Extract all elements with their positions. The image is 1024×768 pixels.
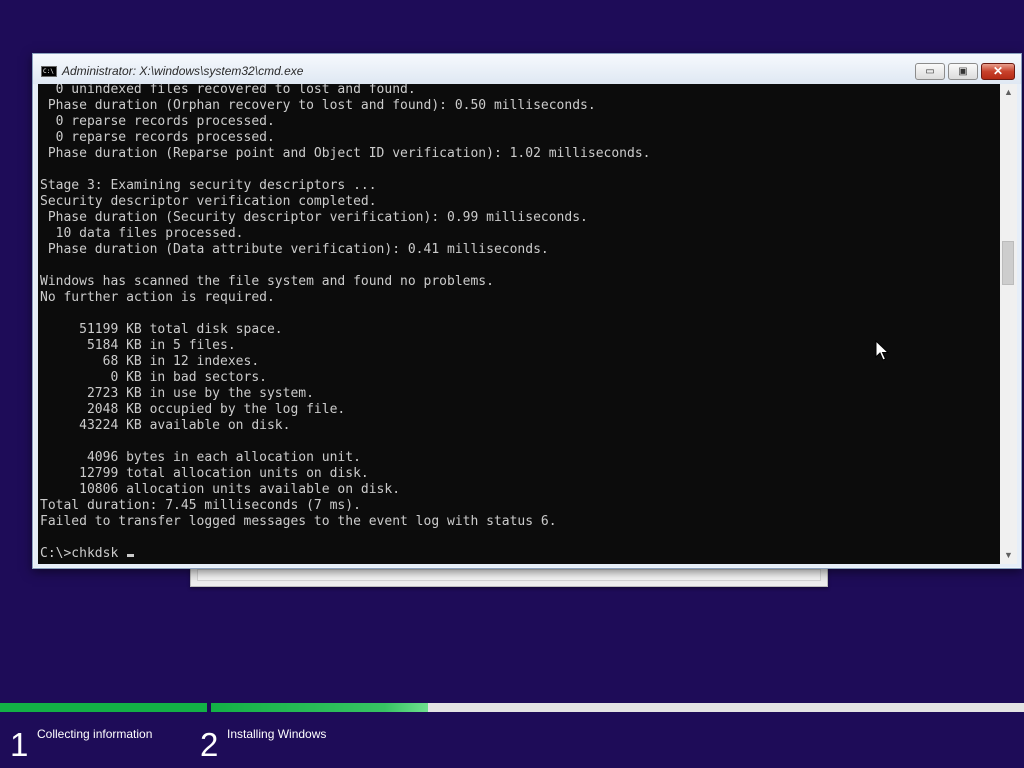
console-line: No further action is required. [40,290,275,305]
vertical-scrollbar[interactable]: ▲ ▼ [1000,84,1017,564]
console-line: 2048 KB occupied by the log file. [40,402,346,417]
step-number: 2 [200,726,219,763]
console-line: 10806 allocation units available on disk… [40,482,401,497]
mouse-pointer-icon [875,340,889,361]
console-line: 0 reparse records processed. [40,114,275,129]
console-line: Phase duration (Reparse point and Object… [40,146,651,161]
console-line: 43224 KB available on disk. [40,418,291,433]
close-button[interactable]: ✕ [981,63,1015,80]
console-line: 0 reparse records processed. [40,130,275,145]
console-app-icon: C:\ [41,66,57,77]
step-label: Installing Windows [227,727,327,741]
console-line: 0 unindexed files recovered to lost and … [40,84,416,97]
console-line: Phase duration (Data attribute verificat… [40,242,549,257]
console-line: Security descriptor verification complet… [40,194,377,209]
step-number: 1 [10,726,29,763]
scroll-up-arrow-icon[interactable]: ▲ [1000,84,1017,101]
console-line: 12799 total allocation units on disk. [40,466,369,481]
console-line: 68 KB in 12 indexes. [40,354,260,369]
window-title: Administrator: X:\windows\system32\cmd.e… [62,64,304,78]
console-line: 2723 KB in use by the system. [40,386,314,401]
scroll-down-arrow-icon[interactable]: ▼ [1000,547,1017,564]
background-setup-dialog [190,566,828,587]
console-line: 0 KB in bad sectors. [40,370,267,385]
minimize-button[interactable]: ▭ [915,63,945,80]
step-label: Collecting information [37,727,153,741]
console-line: Phase duration (Orphan recovery to lost … [40,98,596,113]
progress-step1-fill [0,703,207,712]
prompt-text: C:\>chkdsk [40,546,127,561]
console-line: 10 data files processed. [40,226,244,241]
title-bar[interactable]: C:\ Administrator: X:\windows\system32\c… [33,54,1021,84]
text-cursor [127,554,135,557]
console-line: Phase duration (Security descriptor veri… [40,210,588,225]
console-line: Stage 3: Examining security descriptors … [40,178,377,193]
scroll-thumb[interactable] [1002,241,1014,285]
console-output[interactable]: 0 unindexed files recovered to lost and … [38,84,1000,564]
progress-step2-fill [211,703,428,712]
console-line: Failed to transfer logged messages to th… [40,514,557,529]
cmd-window: C:\ Administrator: X:\windows\system32\c… [32,53,1022,569]
background-dialog-panel [197,569,821,581]
console-line: 51199 KB total disk space. [40,322,283,337]
console-line: Windows has scanned the file system and … [40,274,494,289]
command-prompt[interactable]: C:\>chkdsk [40,546,650,562]
console-text: 0 unindexed files recovered to lost and … [38,84,650,562]
console-line: 4096 bytes in each allocation unit. [40,450,361,465]
console-line: 5184 KB in 5 files. [40,338,236,353]
maximize-button[interactable]: ▣ [948,63,978,80]
console-line: Total duration: 7.45 milliseconds (7 ms)… [40,498,361,513]
setup-progress-bar [0,703,1024,712]
